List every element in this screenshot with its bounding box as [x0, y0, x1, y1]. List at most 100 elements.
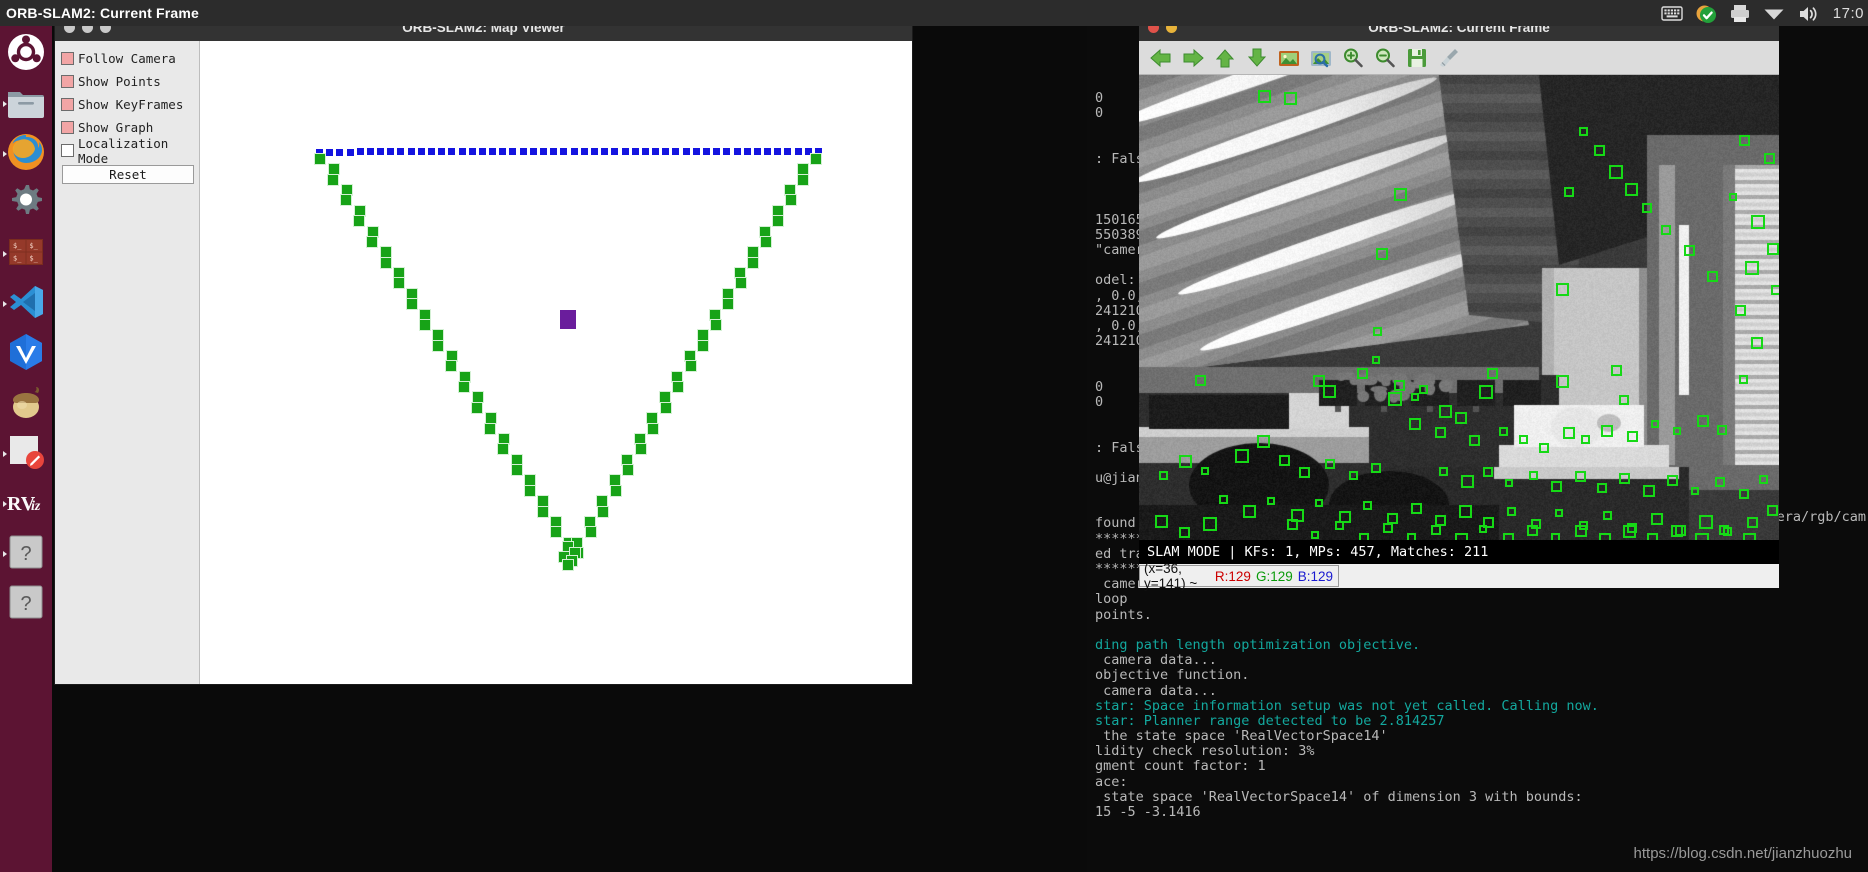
launcher-item-text-editor[interactable] — [4, 432, 48, 476]
checkbox-indicator[interactable] — [61, 75, 74, 88]
clock[interactable]: 17:0 — [1833, 5, 1864, 22]
orb-feature-box — [1388, 392, 1402, 406]
terminal-line: objective function. — [1095, 668, 1866, 683]
checkbox-label: Show Graph — [78, 120, 153, 135]
camera-frame-view[interactable] — [1139, 75, 1779, 540]
checkbox-localization-mode[interactable]: Localization Mode — [61, 139, 195, 162]
launcher-item-terminal[interactable]: $_ $_ $_ $_ — [4, 232, 48, 276]
orb-feature-box — [1627, 431, 1638, 442]
keyframe-marker — [393, 277, 405, 289]
orb-feature-box — [1455, 533, 1468, 540]
updates-check-icon[interactable] — [1695, 3, 1715, 23]
ubuntu-launcher[interactable]: $_ $_ $_ $_ RV iz?? — [0, 26, 52, 872]
orb-feature-box — [1671, 525, 1683, 537]
orb-feature-box — [1551, 533, 1560, 540]
checkbox-indicator[interactable] — [61, 98, 74, 111]
launcher-item-ubuntu-dash[interactable] — [4, 32, 48, 76]
system-tray[interactable]: 17:0 — [1661, 0, 1868, 26]
keyframe-marker — [647, 423, 659, 435]
map-point — [672, 148, 679, 155]
ubuntu-dash-icon[interactable] — [7, 33, 45, 76]
launcher-item-vscode[interactable] — [4, 282, 48, 326]
map-point — [347, 149, 354, 156]
launcher-item-acorn[interactable] — [4, 382, 48, 426]
orb-feature-box — [1155, 515, 1168, 528]
launcher-item-rviz[interactable]: RV iz — [4, 482, 48, 526]
image-search-icon[interactable] — [1308, 45, 1334, 71]
launcher-item-files[interactable] — [4, 82, 48, 126]
checkbox-indicator[interactable] — [61, 52, 74, 65]
keyframe-marker — [760, 236, 772, 248]
slam-status-bar: SLAM MODE | KFs: 1, MPs: 457, Matches: 2… — [1139, 540, 1779, 564]
save-icon[interactable] — [1404, 45, 1430, 71]
checkbox-indicator[interactable] — [61, 144, 74, 157]
up-arrow-icon[interactable] — [1212, 45, 1238, 71]
orb-feature-box — [1684, 245, 1695, 256]
checkbox-follow-camera[interactable]: Follow Camera — [61, 47, 195, 70]
map-viewer-canvas[interactable] — [200, 41, 912, 684]
broom-icon[interactable] — [1436, 45, 1462, 71]
vscode-icon[interactable] — [7, 283, 45, 326]
volume-icon[interactable] — [1797, 3, 1817, 23]
terminal-line: star: Space information setup was not ye… — [1095, 699, 1866, 714]
keyframe-marker — [366, 236, 378, 248]
text-editor-icon[interactable] — [7, 433, 45, 476]
current-frame-toolbar[interactable] — [1139, 41, 1779, 75]
current-frame-window[interactable]: ORB-SLAM2: Current Frame SLAM MODE | KFs… — [1139, 14, 1779, 594]
wps-icon[interactable] — [7, 333, 45, 376]
keyframe-marker — [735, 277, 747, 289]
map-viewer-window[interactable]: ORB-SLAM2: Map Viewer Follow Camera Show … — [55, 14, 912, 684]
terminal-icon[interactable]: $_ $_ $_ $_ — [7, 233, 45, 276]
map-point — [754, 148, 761, 155]
orb-feature-box — [1257, 435, 1270, 448]
checkbox-indicator[interactable] — [61, 121, 74, 134]
launcher-item-unknown-app[interactable]: ? — [4, 532, 48, 576]
svg-text:?: ? — [20, 593, 31, 615]
files-icon[interactable] — [6, 83, 46, 126]
printer-icon[interactable] — [1729, 3, 1749, 23]
terminal-line: loop — [1095, 592, 1866, 607]
keyframe-marker — [610, 485, 622, 497]
orb-feature-box — [1335, 521, 1344, 530]
unknown-app-icon[interactable]: ? — [7, 533, 45, 576]
launcher-item-settings[interactable] — [4, 182, 48, 226]
orb-feature-box — [1407, 533, 1416, 540]
svg-text:$_: $_ — [13, 254, 22, 262]
keyframe-marker — [458, 381, 470, 393]
back-arrow-icon[interactable] — [1148, 45, 1174, 71]
map-viewer-control-panel[interactable]: Follow Camera Show Points Show KeyFrames Sh… — [55, 41, 200, 684]
launcher-item-wps[interactable] — [4, 332, 48, 376]
launcher-item-firefox[interactable] — [4, 132, 48, 176]
orb-feature-box — [1527, 525, 1538, 536]
firefox-icon[interactable] — [7, 133, 45, 176]
acorn-icon[interactable] — [7, 383, 45, 426]
rviz-icon[interactable]: RV iz — [6, 483, 46, 526]
zoom-in-icon[interactable] — [1340, 45, 1366, 71]
checkbox-show-keyframes[interactable]: Show KeyFrames — [61, 93, 195, 116]
map-point — [448, 148, 455, 155]
checkbox-show-points[interactable]: Show Points — [61, 70, 195, 93]
svg-text:$_: $_ — [29, 242, 38, 250]
terminal-line: camera data... — [1095, 684, 1866, 699]
orb-feature-box — [1556, 375, 1569, 388]
orb-feature-box — [1751, 215, 1765, 229]
down-arrow-icon[interactable] — [1244, 45, 1270, 71]
settings-icon[interactable] — [7, 183, 45, 226]
map-point — [683, 148, 690, 155]
running-indicator-icon — [3, 451, 7, 457]
orb-feature-box — [1625, 183, 1638, 196]
keyframe-marker — [597, 506, 609, 518]
map-point — [693, 148, 700, 155]
launcher-item-unknown-app-2[interactable]: ? — [4, 582, 48, 626]
forward-arrow-icon[interactable] — [1180, 45, 1206, 71]
wifi-icon[interactable] — [1763, 3, 1783, 23]
orb-feature-box — [1373, 327, 1382, 336]
orb-feature-box — [1707, 271, 1718, 282]
keyframe-marker — [562, 559, 574, 571]
unknown-app-icon-2[interactable]: ? — [7, 583, 45, 626]
reset-button[interactable]: Reset — [62, 165, 194, 184]
zoom-out-icon[interactable] — [1372, 45, 1398, 71]
keyboard-icon[interactable] — [1661, 3, 1681, 23]
image-icon[interactable] — [1276, 45, 1302, 71]
orb-feature-box — [1179, 455, 1192, 468]
